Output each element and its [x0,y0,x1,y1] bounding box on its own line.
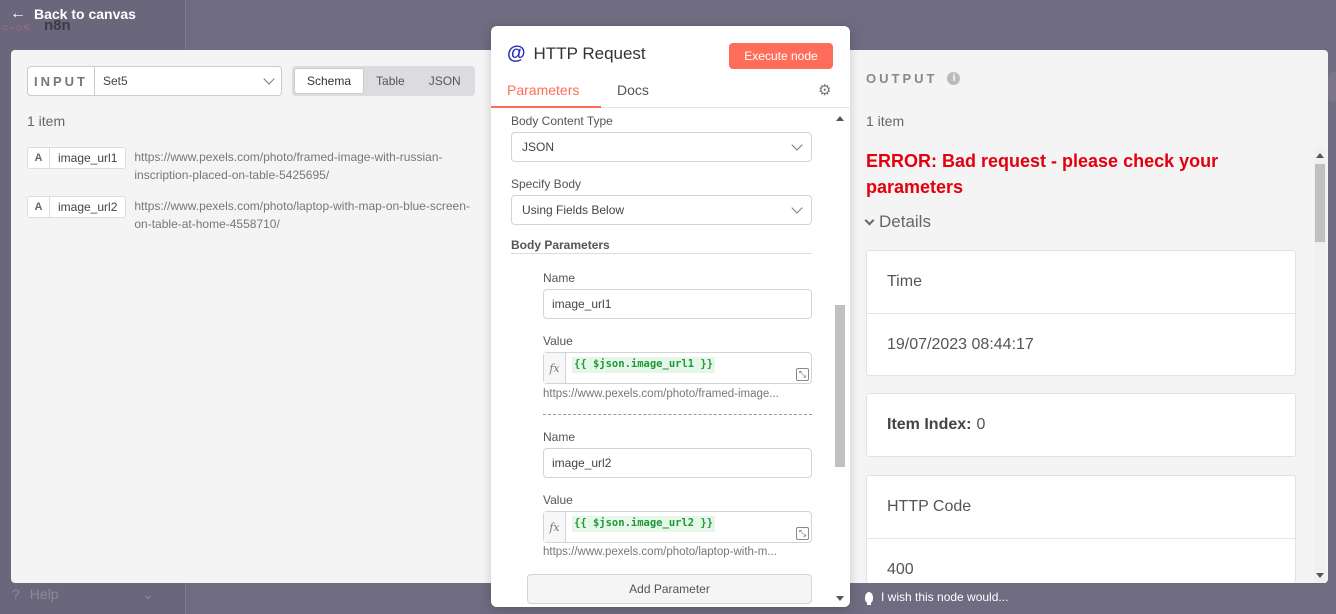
schema-field-key: image_url1 [58,151,118,165]
expression-text: {{ $json.image_url1 }} [572,357,716,373]
details-label: Details [879,212,931,231]
param-name-label: Name [543,271,576,285]
section-divider [511,253,812,254]
http-code-value: 400 [867,538,1295,583]
view-json-button[interactable]: JSON [417,68,473,94]
schema-field-key: image_url2 [58,200,118,214]
expression-preview: https://www.pexels.com/photo/laptop-with… [543,546,777,558]
item-index-label: Item Index: [887,416,972,433]
expand-icon[interactable]: ⤡ [796,368,809,381]
param-separator [543,414,812,415]
input-header: INPUT Set5 Schema Table JSON [27,66,475,96]
input-view-toggle: Schema Table JSON [292,66,475,96]
param-value-label: Value [543,334,573,348]
execute-node-button[interactable]: Execute node [729,43,833,69]
chevron-down-icon [791,202,803,214]
chevron-down-icon: ⌄ [142,586,154,602]
node-tabs: Parameters Docs [491,82,665,108]
time-label: Time [887,273,922,290]
http-code-card: HTTP Code 400 [866,475,1296,583]
error-message: ERROR: Bad request - please check your p… [866,151,1219,197]
help-label: Help [29,586,59,602]
specify-body-label: Specify Body [511,177,582,191]
schema-field-value: https://www.pexels.com/photo/laptop-with… [134,199,470,231]
body-content-type-select[interactable]: JSON [511,132,812,162]
item-index-row: Item Index: 0 [867,394,1295,456]
tab-docs[interactable]: Docs [601,82,665,108]
param-value-label: Value [543,493,573,507]
scrollbar-thumb[interactable] [835,305,845,467]
body-parameters-label: Body Parameters [511,238,610,252]
http-request-icon: @ [507,43,526,64]
output-label-text: OUTPUT [866,71,938,86]
scroll-down-icon[interactable] [836,596,844,601]
time-value: 19/07/2023 08:44:17 [867,313,1295,375]
output-panel: OUTPUT i 1 item ERROR: Bad request - ple… [850,50,1328,583]
param-value-expression-input[interactable]: fx {{ $json.image_url2 }} ⤡ [543,511,812,543]
schema-row: A image_url2 https://www.pexels.com/phot… [27,196,474,233]
schema-row: A image_url1 https://www.pexels.com/phot… [27,147,474,184]
expression-text: {{ $json.image_url2 }} [572,516,716,532]
item-index-value: 0 [976,416,986,433]
param-name-input[interactable]: image_url2 [543,448,812,478]
output-item-count: 1 item [866,113,905,129]
tab-parameters[interactable]: Parameters [491,82,601,108]
chevron-down-icon [791,139,803,151]
param-name-label: Name [543,430,576,444]
body-content-type-value: JSON [522,140,555,154]
info-icon[interactable]: i [947,72,961,85]
scroll-up-icon[interactable] [1316,153,1324,158]
parameters-body: Body Content Type JSON Specify Body Usin… [491,109,850,607]
schema-field-pill[interactable]: A image_url1 [27,147,127,169]
node-settings-panel: @ HTTP Request Execute node Parameters D… [491,26,850,607]
add-parameter-button[interactable]: Add Parameter [527,574,812,604]
output-label: OUTPUT i [866,71,961,86]
input-panel: INPUT Set5 Schema Table JSON 1 item A im… [11,50,491,583]
view-schema-button[interactable]: Schema [294,68,365,94]
body-content-type-label: Body Content Type [511,114,613,128]
chevron-down-icon [864,215,875,225]
help-menu[interactable]: ? Help ⌄ [12,586,154,602]
time-card: Time 19/07/2023 08:44:17 [866,250,1296,376]
input-node-select[interactable]: Set5 [94,66,282,96]
expand-icon[interactable]: ⤡ [796,527,809,540]
scroll-down-icon[interactable] [1316,573,1324,578]
details-toggle[interactable]: Details [864,212,931,232]
string-type-icon: A [28,148,50,168]
view-table-button[interactable]: Table [364,68,417,94]
input-item-count: 1 item [27,113,66,129]
param-name-input[interactable]: image_url1 [543,289,812,319]
canvas-edge-control [1328,72,1336,102]
input-label: INPUT [27,66,94,96]
back-to-canvas-label: Back to canvas [34,6,136,22]
fx-icon: fx [544,353,566,383]
scroll-up-icon[interactable] [836,116,844,121]
node-title-text[interactable]: HTTP Request [534,44,646,64]
scrollbar-thumb[interactable] [1315,164,1325,242]
n8n-logo-icon: ○-○< [2,20,32,34]
node-title: @ HTTP Request [507,43,646,65]
specify-body-value: Using Fields Below [522,203,625,217]
schema-field-pill[interactable]: A image_url2 [27,196,127,218]
input-node-value: Set5 [103,74,128,88]
feedback-link[interactable]: I wish this node would... [865,590,1009,605]
fx-icon: fx [544,512,566,542]
item-index-card: Item Index: 0 [866,393,1296,457]
string-type-icon: A [28,197,50,217]
schema-field-value: https://www.pexels.com/photo/framed-imag… [134,150,443,182]
help-icon: ? [12,586,20,602]
back-to-canvas-link[interactable]: ← Back to canvas [10,5,136,23]
lightbulb-icon [865,591,873,605]
gear-icon[interactable]: ⚙ [818,83,832,98]
node-header: @ HTTP Request Execute node Parameters D… [491,26,850,108]
http-code-label: HTTP Code [887,498,972,515]
feedback-text: I wish this node would... [881,590,1009,604]
specify-body-select[interactable]: Using Fields Below [511,195,812,225]
chevron-down-icon [263,73,275,85]
expression-preview: https://www.pexels.com/photo/framed-imag… [543,388,779,400]
arrow-left-icon: ← [10,5,26,22]
param-value-expression-input[interactable]: fx {{ $json.image_url1 }} ⤡ [543,352,812,384]
